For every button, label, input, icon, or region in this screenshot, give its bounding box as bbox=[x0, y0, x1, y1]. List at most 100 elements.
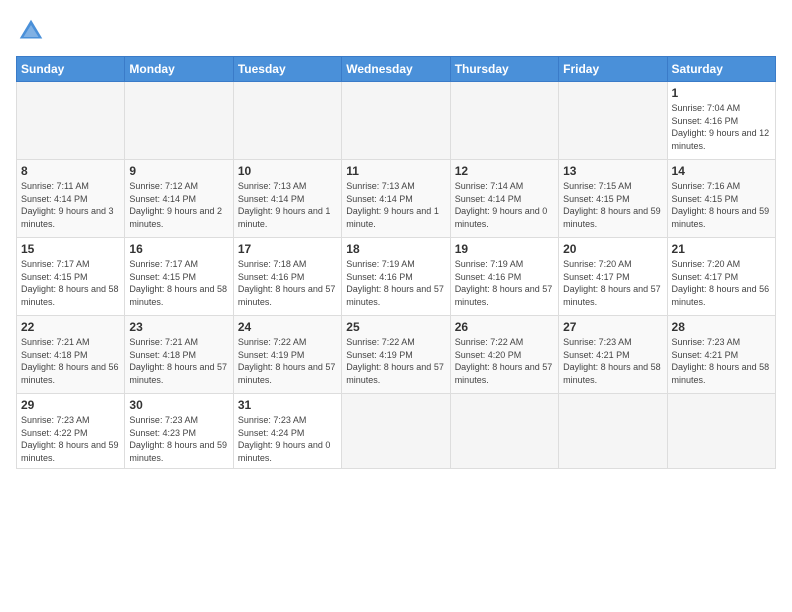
day-info: Sunrise: 7:17 AMSunset: 4:15 PMDaylight:… bbox=[21, 259, 119, 307]
table-row: 27 Sunrise: 7:23 AMSunset: 4:21 PMDayligh… bbox=[559, 316, 667, 394]
day-number: 20 bbox=[563, 242, 662, 256]
main-container: SundayMondayTuesdayWednesdayThursdayFrid… bbox=[0, 0, 792, 479]
empty-cell bbox=[125, 82, 233, 160]
day-number: 21 bbox=[672, 242, 771, 256]
table-row: 29 Sunrise: 7:23 AMSunset: 4:22 PMDayligh… bbox=[17, 394, 125, 469]
day-number: 28 bbox=[672, 320, 771, 334]
day-info: Sunrise: 7:20 AMSunset: 4:17 PMDaylight:… bbox=[672, 259, 770, 307]
day-number: 15 bbox=[21, 242, 120, 256]
empty-cell bbox=[667, 394, 775, 469]
empty-cell bbox=[342, 394, 450, 469]
day-info: Sunrise: 7:17 AMSunset: 4:15 PMDaylight:… bbox=[129, 259, 227, 307]
day-info: Sunrise: 7:19 AMSunset: 4:16 PMDaylight:… bbox=[455, 259, 553, 307]
empty-cell bbox=[559, 82, 667, 160]
day-number: 31 bbox=[238, 398, 337, 412]
day-info: Sunrise: 7:19 AMSunset: 4:16 PMDaylight:… bbox=[346, 259, 444, 307]
day-number: 23 bbox=[129, 320, 228, 334]
table-row: 13 Sunrise: 7:15 AMSunset: 4:15 PMDayligh… bbox=[559, 160, 667, 238]
day-info: Sunrise: 7:11 AMSunset: 4:14 PMDaylight:… bbox=[21, 181, 114, 229]
day-number: 10 bbox=[238, 164, 337, 178]
table-row: 10 Sunrise: 7:13 AMSunset: 4:14 PMDayligh… bbox=[233, 160, 341, 238]
header-cell-tuesday: Tuesday bbox=[233, 57, 341, 82]
day-number: 17 bbox=[238, 242, 337, 256]
day-number: 30 bbox=[129, 398, 228, 412]
header-cell-friday: Friday bbox=[559, 57, 667, 82]
calendar-table: SundayMondayTuesdayWednesdayThursdayFrid… bbox=[16, 56, 776, 469]
day-info: Sunrise: 7:22 AMSunset: 4:20 PMDaylight:… bbox=[455, 337, 553, 385]
table-row: 23 Sunrise: 7:21 AMSunset: 4:18 PMDayligh… bbox=[125, 316, 233, 394]
day-info: Sunrise: 7:23 AMSunset: 4:24 PMDaylight:… bbox=[238, 415, 331, 463]
table-row: 31 Sunrise: 7:23 AMSunset: 4:24 PMDayligh… bbox=[233, 394, 341, 469]
header-cell-saturday: Saturday bbox=[667, 57, 775, 82]
day-number: 1 bbox=[672, 86, 771, 100]
calendar-week-4: 22 Sunrise: 7:21 AMSunset: 4:18 PMDayligh… bbox=[17, 316, 776, 394]
table-row: 11 Sunrise: 7:13 AMSunset: 4:14 PMDayligh… bbox=[342, 160, 450, 238]
day-number: 27 bbox=[563, 320, 662, 334]
table-row: 8 Sunrise: 7:11 AMSunset: 4:14 PMDaylight… bbox=[17, 160, 125, 238]
day-number: 16 bbox=[129, 242, 228, 256]
empty-cell bbox=[450, 82, 558, 160]
empty-cell bbox=[450, 394, 558, 469]
day-number: 29 bbox=[21, 398, 120, 412]
table-row: 28 Sunrise: 7:23 AMSunset: 4:21 PMDayligh… bbox=[667, 316, 775, 394]
day-info: Sunrise: 7:23 AMSunset: 4:22 PMDaylight:… bbox=[21, 415, 119, 463]
table-row: 17 Sunrise: 7:18 AMSunset: 4:16 PMDayligh… bbox=[233, 238, 341, 316]
table-row: 14 Sunrise: 7:16 AMSunset: 4:15 PMDayligh… bbox=[667, 160, 775, 238]
day-info: Sunrise: 7:18 AMSunset: 4:16 PMDaylight:… bbox=[238, 259, 336, 307]
day-info: Sunrise: 7:23 AMSunset: 4:21 PMDaylight:… bbox=[672, 337, 770, 385]
header-row: SundayMondayTuesdayWednesdayThursdayFrid… bbox=[17, 57, 776, 82]
day-number: 12 bbox=[455, 164, 554, 178]
table-row: 1 Sunrise: 7:04 AMSunset: 4:16 PMDaylight… bbox=[667, 82, 775, 160]
day-info: Sunrise: 7:23 AMSunset: 4:23 PMDaylight:… bbox=[129, 415, 227, 463]
table-row: 16 Sunrise: 7:17 AMSunset: 4:15 PMDayligh… bbox=[125, 238, 233, 316]
header-cell-wednesday: Wednesday bbox=[342, 57, 450, 82]
day-info: Sunrise: 7:15 AMSunset: 4:15 PMDaylight:… bbox=[563, 181, 661, 229]
table-row: 22 Sunrise: 7:21 AMSunset: 4:18 PMDayligh… bbox=[17, 316, 125, 394]
table-row: 30 Sunrise: 7:23 AMSunset: 4:23 PMDayligh… bbox=[125, 394, 233, 469]
header-cell-sunday: Sunday bbox=[17, 57, 125, 82]
empty-cell bbox=[342, 82, 450, 160]
day-info: Sunrise: 7:12 AMSunset: 4:14 PMDaylight:… bbox=[129, 181, 222, 229]
header-cell-thursday: Thursday bbox=[450, 57, 558, 82]
calendar-week-1: 1 Sunrise: 7:04 AMSunset: 4:16 PMDaylight… bbox=[17, 82, 776, 160]
page-header bbox=[16, 16, 776, 46]
day-number: 19 bbox=[455, 242, 554, 256]
day-number: 8 bbox=[21, 164, 120, 178]
day-number: 11 bbox=[346, 164, 445, 178]
day-number: 22 bbox=[21, 320, 120, 334]
table-row: 26 Sunrise: 7:22 AMSunset: 4:20 PMDayligh… bbox=[450, 316, 558, 394]
day-number: 25 bbox=[346, 320, 445, 334]
empty-cell bbox=[233, 82, 341, 160]
day-info: Sunrise: 7:21 AMSunset: 4:18 PMDaylight:… bbox=[129, 337, 227, 385]
day-info: Sunrise: 7:22 AMSunset: 4:19 PMDaylight:… bbox=[346, 337, 444, 385]
logo-icon bbox=[16, 16, 46, 46]
day-info: Sunrise: 7:21 AMSunset: 4:18 PMDaylight:… bbox=[21, 337, 119, 385]
table-row: 12 Sunrise: 7:14 AMSunset: 4:14 PMDayligh… bbox=[450, 160, 558, 238]
table-row: 9 Sunrise: 7:12 AMSunset: 4:14 PMDaylight… bbox=[125, 160, 233, 238]
table-row: 25 Sunrise: 7:22 AMSunset: 4:19 PMDayligh… bbox=[342, 316, 450, 394]
day-number: 9 bbox=[129, 164, 228, 178]
day-info: Sunrise: 7:14 AMSunset: 4:14 PMDaylight:… bbox=[455, 181, 548, 229]
calendar-week-3: 15 Sunrise: 7:17 AMSunset: 4:15 PMDayligh… bbox=[17, 238, 776, 316]
day-info: Sunrise: 7:22 AMSunset: 4:19 PMDaylight:… bbox=[238, 337, 336, 385]
calendar-week-2: 8 Sunrise: 7:11 AMSunset: 4:14 PMDaylight… bbox=[17, 160, 776, 238]
table-row: 20 Sunrise: 7:20 AMSunset: 4:17 PMDayligh… bbox=[559, 238, 667, 316]
table-row: 19 Sunrise: 7:19 AMSunset: 4:16 PMDayligh… bbox=[450, 238, 558, 316]
day-info: Sunrise: 7:16 AMSunset: 4:15 PMDaylight:… bbox=[672, 181, 770, 229]
table-row: 21 Sunrise: 7:20 AMSunset: 4:17 PMDayligh… bbox=[667, 238, 775, 316]
empty-cell bbox=[17, 82, 125, 160]
day-info: Sunrise: 7:20 AMSunset: 4:17 PMDaylight:… bbox=[563, 259, 661, 307]
day-number: 24 bbox=[238, 320, 337, 334]
day-info: Sunrise: 7:04 AMSunset: 4:16 PMDaylight:… bbox=[672, 103, 770, 151]
day-number: 26 bbox=[455, 320, 554, 334]
empty-cell bbox=[559, 394, 667, 469]
day-info: Sunrise: 7:13 AMSunset: 4:14 PMDaylight:… bbox=[346, 181, 439, 229]
day-number: 13 bbox=[563, 164, 662, 178]
calendar-week-5: 29 Sunrise: 7:23 AMSunset: 4:22 PMDayligh… bbox=[17, 394, 776, 469]
day-info: Sunrise: 7:23 AMSunset: 4:21 PMDaylight:… bbox=[563, 337, 661, 385]
table-row: 18Sunrise: 7:19 AMSunset: 4:16 PMDayligh… bbox=[342, 238, 450, 316]
day-info: Sunrise: 7:13 AMSunset: 4:14 PMDaylight:… bbox=[238, 181, 331, 229]
table-row: 15 Sunrise: 7:17 AMSunset: 4:15 PMDayligh… bbox=[17, 238, 125, 316]
day-number: 14 bbox=[672, 164, 771, 178]
header-cell-monday: Monday bbox=[125, 57, 233, 82]
